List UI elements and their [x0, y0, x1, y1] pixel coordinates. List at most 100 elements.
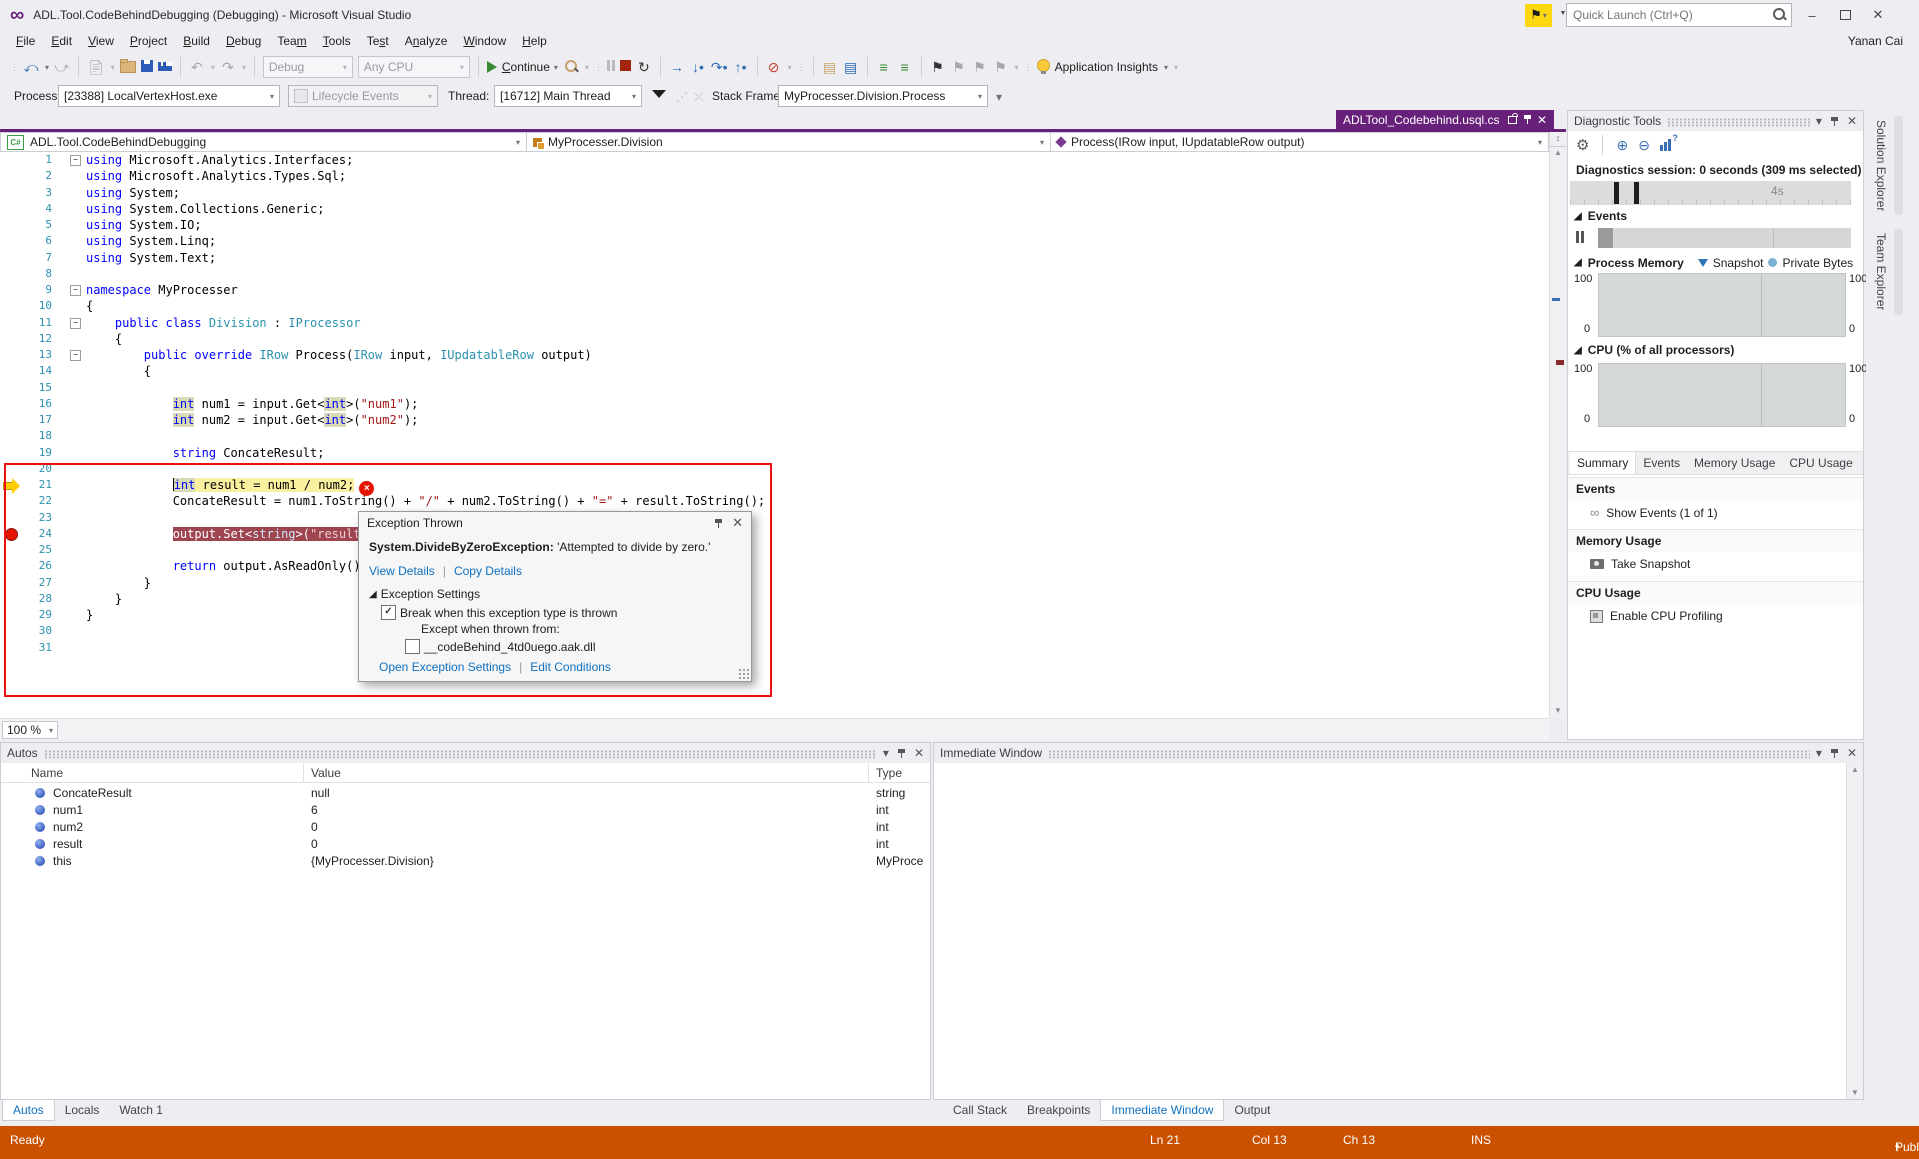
solution-platform-combo[interactable]: Any CPU▾ — [358, 56, 470, 78]
diag-settings-gear-icon[interactable]: ⚙ — [1576, 136, 1589, 154]
code-line-27[interactable]: 27 } — [0, 575, 1549, 592]
code-line-7[interactable]: 7using System.Text; — [0, 250, 1549, 267]
break-checkbox[interactable]: ✓ — [381, 605, 396, 620]
close-button[interactable]: ✕ — [1865, 7, 1891, 23]
code-line-9[interactable]: 9−namespace MyProcesser — [0, 282, 1549, 299]
code-line-2[interactable]: 2using Microsoft.Analytics.Types.Sql; — [0, 168, 1549, 185]
breakpoint-gutter[interactable] — [0, 640, 24, 656]
column-value[interactable]: Value — [311, 766, 341, 780]
navigate-back-dropdown[interactable]: ▾ — [45, 63, 49, 72]
autos-row-this[interactable]: this{MyProcesser.Division}MyProce — [1, 853, 930, 870]
diag-chart-icon[interactable]: ? — [1660, 139, 1674, 151]
undo-icon[interactable]: ↶ — [189, 59, 205, 75]
breakpoint-gutter[interactable] — [0, 542, 24, 558]
popup-pin-icon[interactable] — [714, 518, 723, 529]
toggle-bookmark-icon[interactable]: ⚑ — [930, 59, 946, 75]
navigate-back-icon[interactable]: ⤺ — [23, 59, 39, 75]
module-checkbox[interactable] — [405, 639, 420, 654]
fold-collapse-icon[interactable]: − — [70, 318, 81, 329]
code-line-15[interactable]: 15 — [0, 380, 1549, 397]
menu-item-analyze[interactable]: Analyze — [397, 31, 456, 51]
nav-type-combo[interactable]: MyProcesser.Division▾ — [527, 132, 1051, 152]
panel-pin-icon[interactable] — [1830, 748, 1839, 759]
diag-zoom-out-icon[interactable]: ⊖ — [1638, 137, 1650, 154]
breakpoint-gutter[interactable] — [0, 510, 24, 526]
side-tab-solution-explorer[interactable]: Solution Explorer — [1872, 116, 1919, 215]
zoom-level-combo[interactable]: 100 %▾ — [2, 721, 58, 739]
side-tab-team-explorer[interactable]: Team Explorer — [1872, 229, 1919, 314]
breakpoint-gutter[interactable] — [0, 591, 24, 607]
autos-value[interactable]: 6 — [311, 803, 318, 817]
breakpoint-gutter[interactable] — [0, 380, 24, 396]
autos-value[interactable]: null — [311, 786, 330, 800]
code-line-30[interactable]: 30 — [0, 623, 1549, 640]
diag-tab-summary[interactable]: Summary — [1570, 452, 1636, 474]
solution-configuration-combo[interactable]: Debug▾ — [263, 56, 353, 78]
diag-tab-memory-usage[interactable]: Memory Usage — [1687, 452, 1782, 474]
code-line-16[interactable]: 16 int num1 = input.Get<int>("num1"); — [0, 396, 1549, 413]
debugbar-overflow[interactable]: ▾ — [996, 90, 1002, 104]
code-line-29[interactable]: 29} — [0, 607, 1549, 624]
code-editor[interactable]: 1−using Microsoft.Analytics.Interfaces;2… — [0, 152, 1549, 718]
breakpoint-gutter[interactable] — [0, 412, 24, 428]
code-line-28[interactable]: 28 } — [0, 591, 1549, 608]
breakpoint-gutter[interactable] — [0, 152, 24, 168]
column-name[interactable]: Name — [31, 766, 63, 780]
breakpoint-gutter[interactable] — [0, 347, 24, 363]
autos-value[interactable]: 0 — [311, 820, 318, 834]
stack-frame-combo[interactable]: MyProcesser.Division.Process▾ — [778, 85, 988, 107]
tab-breakpoints[interactable]: Breakpoints — [1017, 1100, 1100, 1121]
breakpoint-gutter[interactable] — [0, 168, 24, 184]
code-line-24[interactable]: 24 output.Set<string>("result", ConcateR… — [0, 526, 1549, 543]
breakpoint-gutter[interactable] — [0, 396, 24, 412]
minimize-button[interactable]: – — [1799, 8, 1825, 23]
breakpoint-gutter[interactable] — [0, 428, 24, 444]
breakpoint-gutter[interactable] — [0, 266, 24, 282]
show-events-link[interactable]: ∞ Show Events (1 of 1) — [1590, 505, 1718, 520]
breakpoint-gutter[interactable] — [0, 233, 24, 249]
navigate-forward-icon[interactable]: ⤻ — [54, 59, 70, 75]
immediate-scrollbar[interactable]: ▲ ▼ — [1846, 763, 1863, 1099]
breakpoints-window-icon[interactable]: ⊘ — [766, 59, 782, 75]
menu-item-view[interactable]: View — [80, 31, 122, 51]
signed-in-user[interactable]: Yanan Cai — [1848, 34, 1919, 48]
step-over-icon[interactable]: ↷• — [711, 59, 728, 75]
edit-conditions-link[interactable]: Edit Conditions — [530, 660, 611, 674]
breakpoint-gutter[interactable] — [0, 185, 24, 201]
scroll-up-icon[interactable]: ▲ — [1550, 148, 1566, 157]
navigate-document-icon[interactable]: ▤ — [843, 59, 859, 75]
tab-immediate-window[interactable]: Immediate Window — [1100, 1100, 1224, 1121]
breakpoint-gutter[interactable] — [0, 461, 24, 477]
breakpoint-gutter[interactable] — [0, 315, 24, 331]
panel-menu-icon[interactable]: ▾ — [1816, 114, 1822, 128]
code-line-4[interactable]: 4using System.Collections.Generic; — [0, 201, 1549, 218]
code-line-14[interactable]: 14 { — [0, 363, 1549, 380]
open-exception-settings-link[interactable]: Open Exception Settings — [379, 660, 511, 674]
breakpoint-gutter[interactable] — [0, 282, 24, 298]
scroll-down-icon[interactable]: ▼ — [1847, 1088, 1863, 1097]
continue-button[interactable]: Continue ▾ — [487, 60, 558, 74]
menu-item-debug[interactable]: Debug — [218, 31, 269, 51]
diag-tab-events[interactable]: Events — [1636, 452, 1687, 474]
panel-menu-icon[interactable]: ▾ — [1816, 746, 1822, 760]
diagnostics-timeline[interactable]: 4s — [1570, 181, 1851, 205]
show-next-statement-icon[interactable]: → — [669, 59, 685, 75]
pause-events-icon[interactable] — [1576, 231, 1584, 243]
breakpoint-gutter[interactable] — [0, 493, 24, 509]
autos-value[interactable]: {MyProcesser.Division} — [311, 854, 434, 868]
autos-row-result[interactable]: result0int — [1, 836, 930, 853]
notifications-flag-button[interactable]: ⚑▾ — [1525, 4, 1552, 27]
next-bookmark-icon[interactable]: ⚑ — [972, 59, 988, 75]
menu-item-file[interactable]: File — [8, 31, 43, 51]
diag-tab-cpu-usage[interactable]: CPU Usage — [1782, 452, 1859, 474]
cpu-expander-icon[interactable]: ◢ — [1574, 345, 1582, 356]
filter-funnel-icon[interactable] — [652, 90, 666, 105]
maximize-button[interactable] — [1832, 8, 1858, 23]
stop-debugging-icon[interactable] — [620, 60, 631, 74]
clear-bookmarks-icon[interactable]: ⚑ — [993, 59, 1009, 75]
previous-bookmark-icon[interactable]: ⚑ — [951, 59, 967, 75]
menu-item-team[interactable]: Team — [269, 31, 314, 51]
code-line-19[interactable]: 19 string ConcateResult; — [0, 445, 1549, 462]
find-in-files-icon[interactable] — [563, 59, 579, 75]
panel-pin-icon[interactable] — [1830, 116, 1839, 127]
